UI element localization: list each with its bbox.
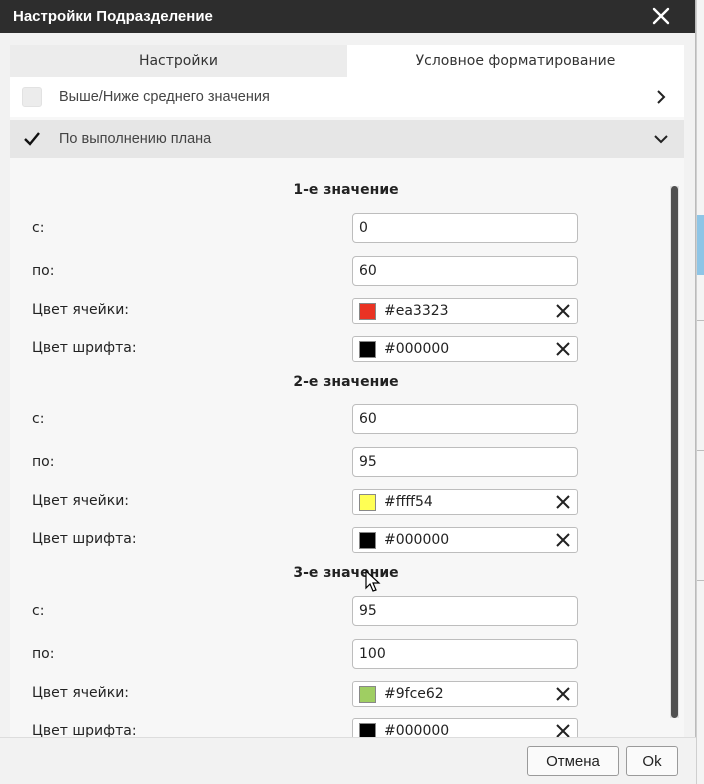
color-hex-value: #ea3323	[384, 303, 449, 319]
color-swatch[interactable]	[359, 493, 376, 511]
color-hex-value: #000000	[384, 723, 450, 737]
color-swatch[interactable]	[359, 302, 376, 320]
section-title-2: 2-е значение	[293, 374, 399, 390]
section-title-3: 3-е значение	[293, 565, 399, 581]
section-2-font-color-picker[interactable]: #000000	[352, 527, 578, 553]
tab-bar: Настройки Условное форматирование	[10, 45, 684, 77]
clear-icon[interactable]	[555, 341, 571, 357]
color-swatch[interactable]	[359, 685, 376, 703]
cell-color-label: Цвет ячейки:	[32, 302, 130, 318]
cell-color-label: Цвет ячейки:	[32, 685, 130, 701]
color-swatch[interactable]	[359, 722, 376, 737]
settings-dialog: Настройки Подразделение Настройки Условн…	[0, 0, 696, 784]
clear-icon[interactable]	[555, 532, 571, 548]
tab-conditional-formatting[interactable]: Условное форматирование	[347, 45, 684, 77]
color-hex-value: #000000	[384, 532, 450, 548]
mouse-cursor-icon	[365, 570, 381, 592]
font-color-label: Цвет шрифта:	[32, 723, 137, 737]
section-1-to-input[interactable]: 60	[352, 256, 578, 286]
from-label: с:	[32, 603, 45, 619]
color-swatch[interactable]	[359, 531, 376, 549]
section-2-cell-color-picker[interactable]: #ffff54	[352, 489, 578, 515]
from-label: с:	[32, 411, 45, 427]
tab-settings[interactable]: Настройки	[10, 45, 347, 77]
section-3-font-color-picker[interactable]: #000000	[352, 718, 578, 737]
above-below-average-checkbox[interactable]	[22, 87, 42, 107]
tab-label: Условное форматирование	[415, 53, 616, 69]
accordion-above-below-average[interactable]: Выше/Ниже среднего значения	[10, 77, 684, 117]
background-divider	[697, 450, 704, 451]
color-hex-value: #000000	[384, 341, 450, 357]
clear-icon[interactable]	[555, 494, 571, 510]
background-divider	[697, 320, 704, 321]
chevron-right-icon[interactable]	[652, 88, 670, 106]
color-swatch[interactable]	[359, 340, 376, 358]
dialog-footer: Отмена Ok	[0, 737, 696, 784]
section-3-cell-color-picker[interactable]: #9fce62	[352, 681, 578, 707]
section-1-cell-color-picker[interactable]: #ea3323	[352, 298, 578, 324]
scrollbar-thumb[interactable]	[671, 186, 678, 718]
background-highlight	[697, 215, 704, 275]
accordion-label: По выполнению плана	[59, 131, 212, 147]
to-label: по:	[32, 263, 55, 279]
cell-color-label: Цвет ячейки:	[32, 493, 130, 509]
clear-icon[interactable]	[555, 723, 571, 737]
from-label: с:	[32, 220, 45, 236]
font-color-label: Цвет шрифта:	[32, 531, 137, 547]
background-divider	[697, 580, 704, 581]
accordion-label: Выше/Ниже среднего значения	[59, 89, 270, 105]
section-2-from-input[interactable]: 60	[352, 404, 578, 434]
font-color-label: Цвет шрифта:	[32, 340, 137, 356]
to-label: по:	[32, 646, 55, 662]
to-label: по:	[32, 454, 55, 470]
section-3-from-input[interactable]: 95	[352, 596, 578, 626]
section-3-to-input[interactable]: 100	[352, 639, 578, 669]
clear-icon[interactable]	[555, 686, 571, 702]
dialog-title: Настройки Подразделение	[13, 8, 213, 25]
plan-completion-form: 1-е значение с: 0 по: 60 Цвет ячейки: #e…	[10, 158, 670, 737]
close-icon[interactable]	[649, 4, 673, 28]
section-1-from-input[interactable]: 0	[352, 213, 578, 243]
color-hex-value: #ffff54	[384, 494, 433, 510]
color-hex-value: #9fce62	[384, 686, 444, 702]
vertical-scrollbar[interactable]	[670, 186, 679, 718]
cancel-button[interactable]: Отмена	[527, 746, 619, 776]
section-2-to-input[interactable]: 95	[352, 447, 578, 477]
checkmark-icon[interactable]	[22, 129, 42, 149]
background-app-strip	[696, 0, 704, 784]
ok-button[interactable]: Ok	[626, 746, 678, 776]
section-1-font-color-picker[interactable]: #000000	[352, 336, 578, 362]
tab-label: Настройки	[138, 53, 219, 69]
dialog-titlebar: Настройки Подразделение	[0, 0, 695, 33]
conditional-formatting-panel: Выше/Ниже среднего значения По выполнени…	[10, 77, 684, 737]
clear-icon[interactable]	[555, 303, 571, 319]
section-title-1: 1-е значение	[293, 182, 399, 198]
chevron-down-icon[interactable]	[652, 130, 670, 148]
accordion-plan-completion[interactable]: По выполнению плана	[10, 120, 684, 158]
